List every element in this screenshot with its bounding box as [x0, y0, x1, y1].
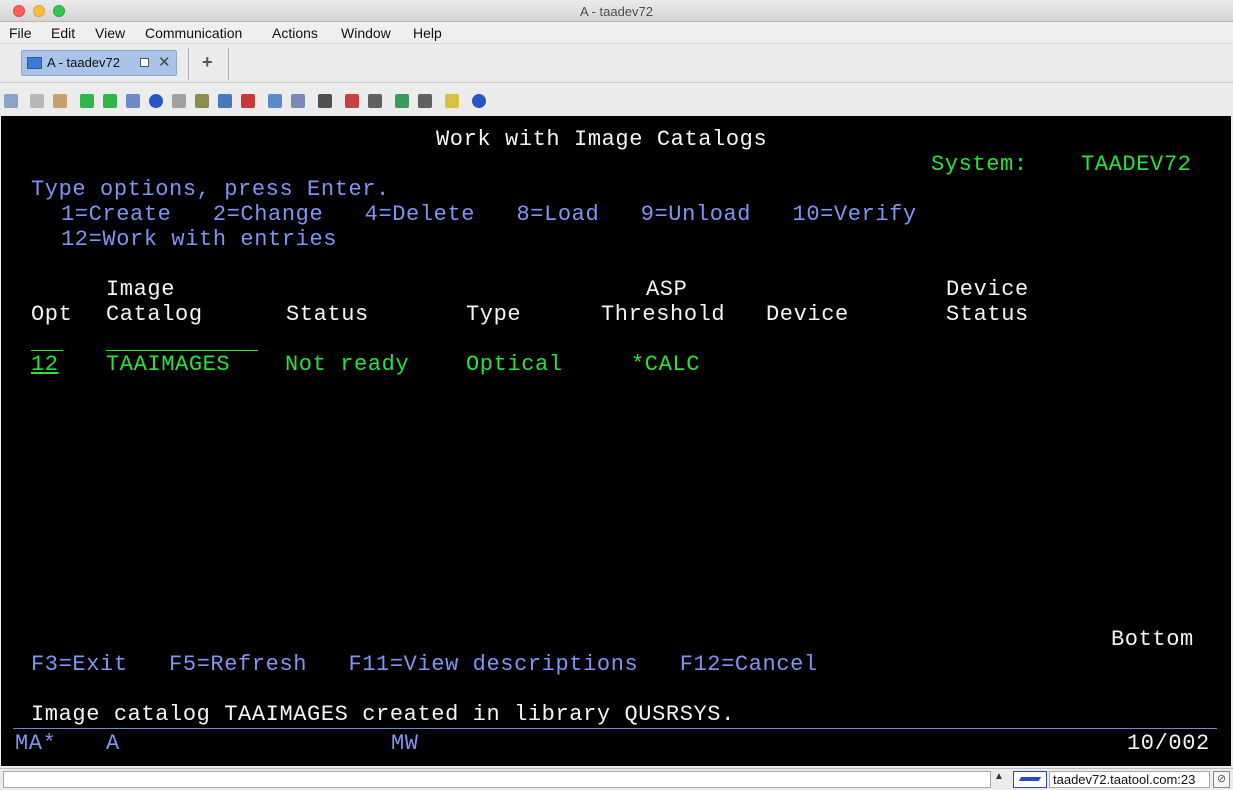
- options-line-1: 1=Create 2=Change 4=Delete 8=Load 9=Unlo…: [61, 202, 917, 227]
- settings-icon[interactable]: [218, 94, 232, 108]
- catalog-field-underline: [106, 350, 258, 351]
- play-macro-icon[interactable]: [395, 94, 409, 108]
- close-tab-icon[interactable]: ✕: [158, 53, 171, 71]
- connection-status-icon: [1013, 771, 1047, 788]
- header-opt: Opt: [31, 302, 73, 327]
- print-screen-icon[interactable]: [4, 94, 18, 108]
- send-file-icon[interactable]: [80, 94, 94, 108]
- document-icon[interactable]: [172, 94, 186, 108]
- opt-field-underline: [31, 350, 63, 351]
- toolbar: [0, 88, 1233, 114]
- header-device: Device: [766, 302, 849, 327]
- header-asp-line1: ASP: [646, 277, 688, 302]
- copy-icon[interactable]: [30, 94, 44, 108]
- menu-view[interactable]: View: [95, 25, 125, 41]
- status-ma-indicator: MA*: [15, 731, 57, 756]
- scroll-up-arrow-icon[interactable]: ▲: [994, 771, 1004, 782]
- menu-communication[interactable]: Communication: [145, 25, 242, 41]
- notes-icon[interactable]: [445, 94, 459, 108]
- message-line: Image catalog TAAIMAGES created in libra…: [31, 702, 735, 727]
- header-image-catalog-line1: Image: [106, 277, 176, 302]
- receive-file-icon[interactable]: [103, 94, 117, 108]
- keypad-icon[interactable]: [291, 94, 305, 108]
- navigator-icon[interactable]: [149, 94, 163, 108]
- macro-icon[interactable]: [241, 94, 255, 108]
- menu-file[interactable]: File: [9, 25, 32, 41]
- header-asp-line2: Threshold: [601, 302, 726, 327]
- row-type: Optical: [466, 352, 563, 377]
- record-macro-icon[interactable]: [345, 94, 359, 108]
- menu-edit[interactable]: Edit: [51, 25, 75, 41]
- system-label: System:: [931, 152, 1028, 177]
- bottom-status-bar: ▲ taadev72.taatool.com:23 ⊘: [0, 768, 1233, 790]
- message-field: [3, 771, 991, 788]
- menu-window[interactable]: Window: [341, 25, 391, 41]
- row-opt-input[interactable]: 12: [31, 352, 59, 377]
- display-icon[interactable]: [126, 94, 140, 108]
- row-status: Not ready: [285, 352, 410, 377]
- window-title: A - taadev72: [580, 4, 653, 19]
- pause-macro-icon[interactable]: [418, 94, 432, 108]
- screen-title: Work with Image Catalogs: [436, 127, 768, 152]
- host-address: taadev72.taatool.com:23: [1049, 771, 1210, 788]
- options-line-2: 12=Work with entries: [61, 227, 338, 252]
- status-separator: [13, 728, 1217, 729]
- menu-help[interactable]: Help: [413, 25, 442, 41]
- tab-label: A - taadev72: [47, 55, 120, 70]
- tab-divider: [188, 48, 189, 80]
- system-value: TAADEV72: [1081, 152, 1192, 177]
- tab-rule: [0, 82, 1233, 83]
- tab-session-a[interactable]: A - taadev72 ✕: [21, 50, 177, 76]
- session-tab-bar: A - taadev72 ✕ +: [0, 44, 1233, 84]
- paste-icon[interactable]: [53, 94, 67, 108]
- menu-bar: File Edit View Communication Actions Win…: [0, 22, 1233, 44]
- terminal-screen[interactable]: Work with Image Catalogs System: TAADEV7…: [1, 116, 1231, 766]
- cursor-position: 10/002: [1127, 731, 1210, 756]
- menu-actions[interactable]: Actions: [272, 25, 318, 41]
- monitor-icon: [27, 57, 42, 69]
- package-icon[interactable]: [195, 94, 209, 108]
- status-session-indicator: A: [106, 731, 120, 756]
- header-device-status-line2: Status: [946, 302, 1029, 327]
- new-tab-plus-icon[interactable]: +: [202, 52, 213, 73]
- header-type: Type: [466, 302, 522, 327]
- window-titlebar: A - taadev72: [0, 0, 1233, 22]
- edit-tool-icon[interactable]: [318, 94, 332, 108]
- header-device-status-line1: Device: [946, 277, 1029, 302]
- header-image-catalog-line2: Catalog: [106, 302, 203, 327]
- detach-tab-icon[interactable]: [140, 58, 149, 67]
- bottom-indicator: Bottom: [1111, 627, 1194, 652]
- instructions-text: Type options, press Enter.: [31, 177, 390, 202]
- help-icon[interactable]: [472, 94, 486, 108]
- secure-connection-icon: ⊘: [1213, 771, 1230, 788]
- function-keys-line[interactable]: F3=Exit F5=Refresh F11=View descriptions…: [31, 652, 818, 677]
- stop-macro-icon[interactable]: [368, 94, 382, 108]
- tab-divider: [228, 48, 229, 80]
- row-catalog: TAAIMAGES: [106, 352, 231, 377]
- status-mode-indicator: MW: [391, 731, 419, 756]
- row-asp-threshold: *CALC: [631, 352, 701, 377]
- header-status: Status: [286, 302, 369, 327]
- keyboard-icon[interactable]: [268, 94, 282, 108]
